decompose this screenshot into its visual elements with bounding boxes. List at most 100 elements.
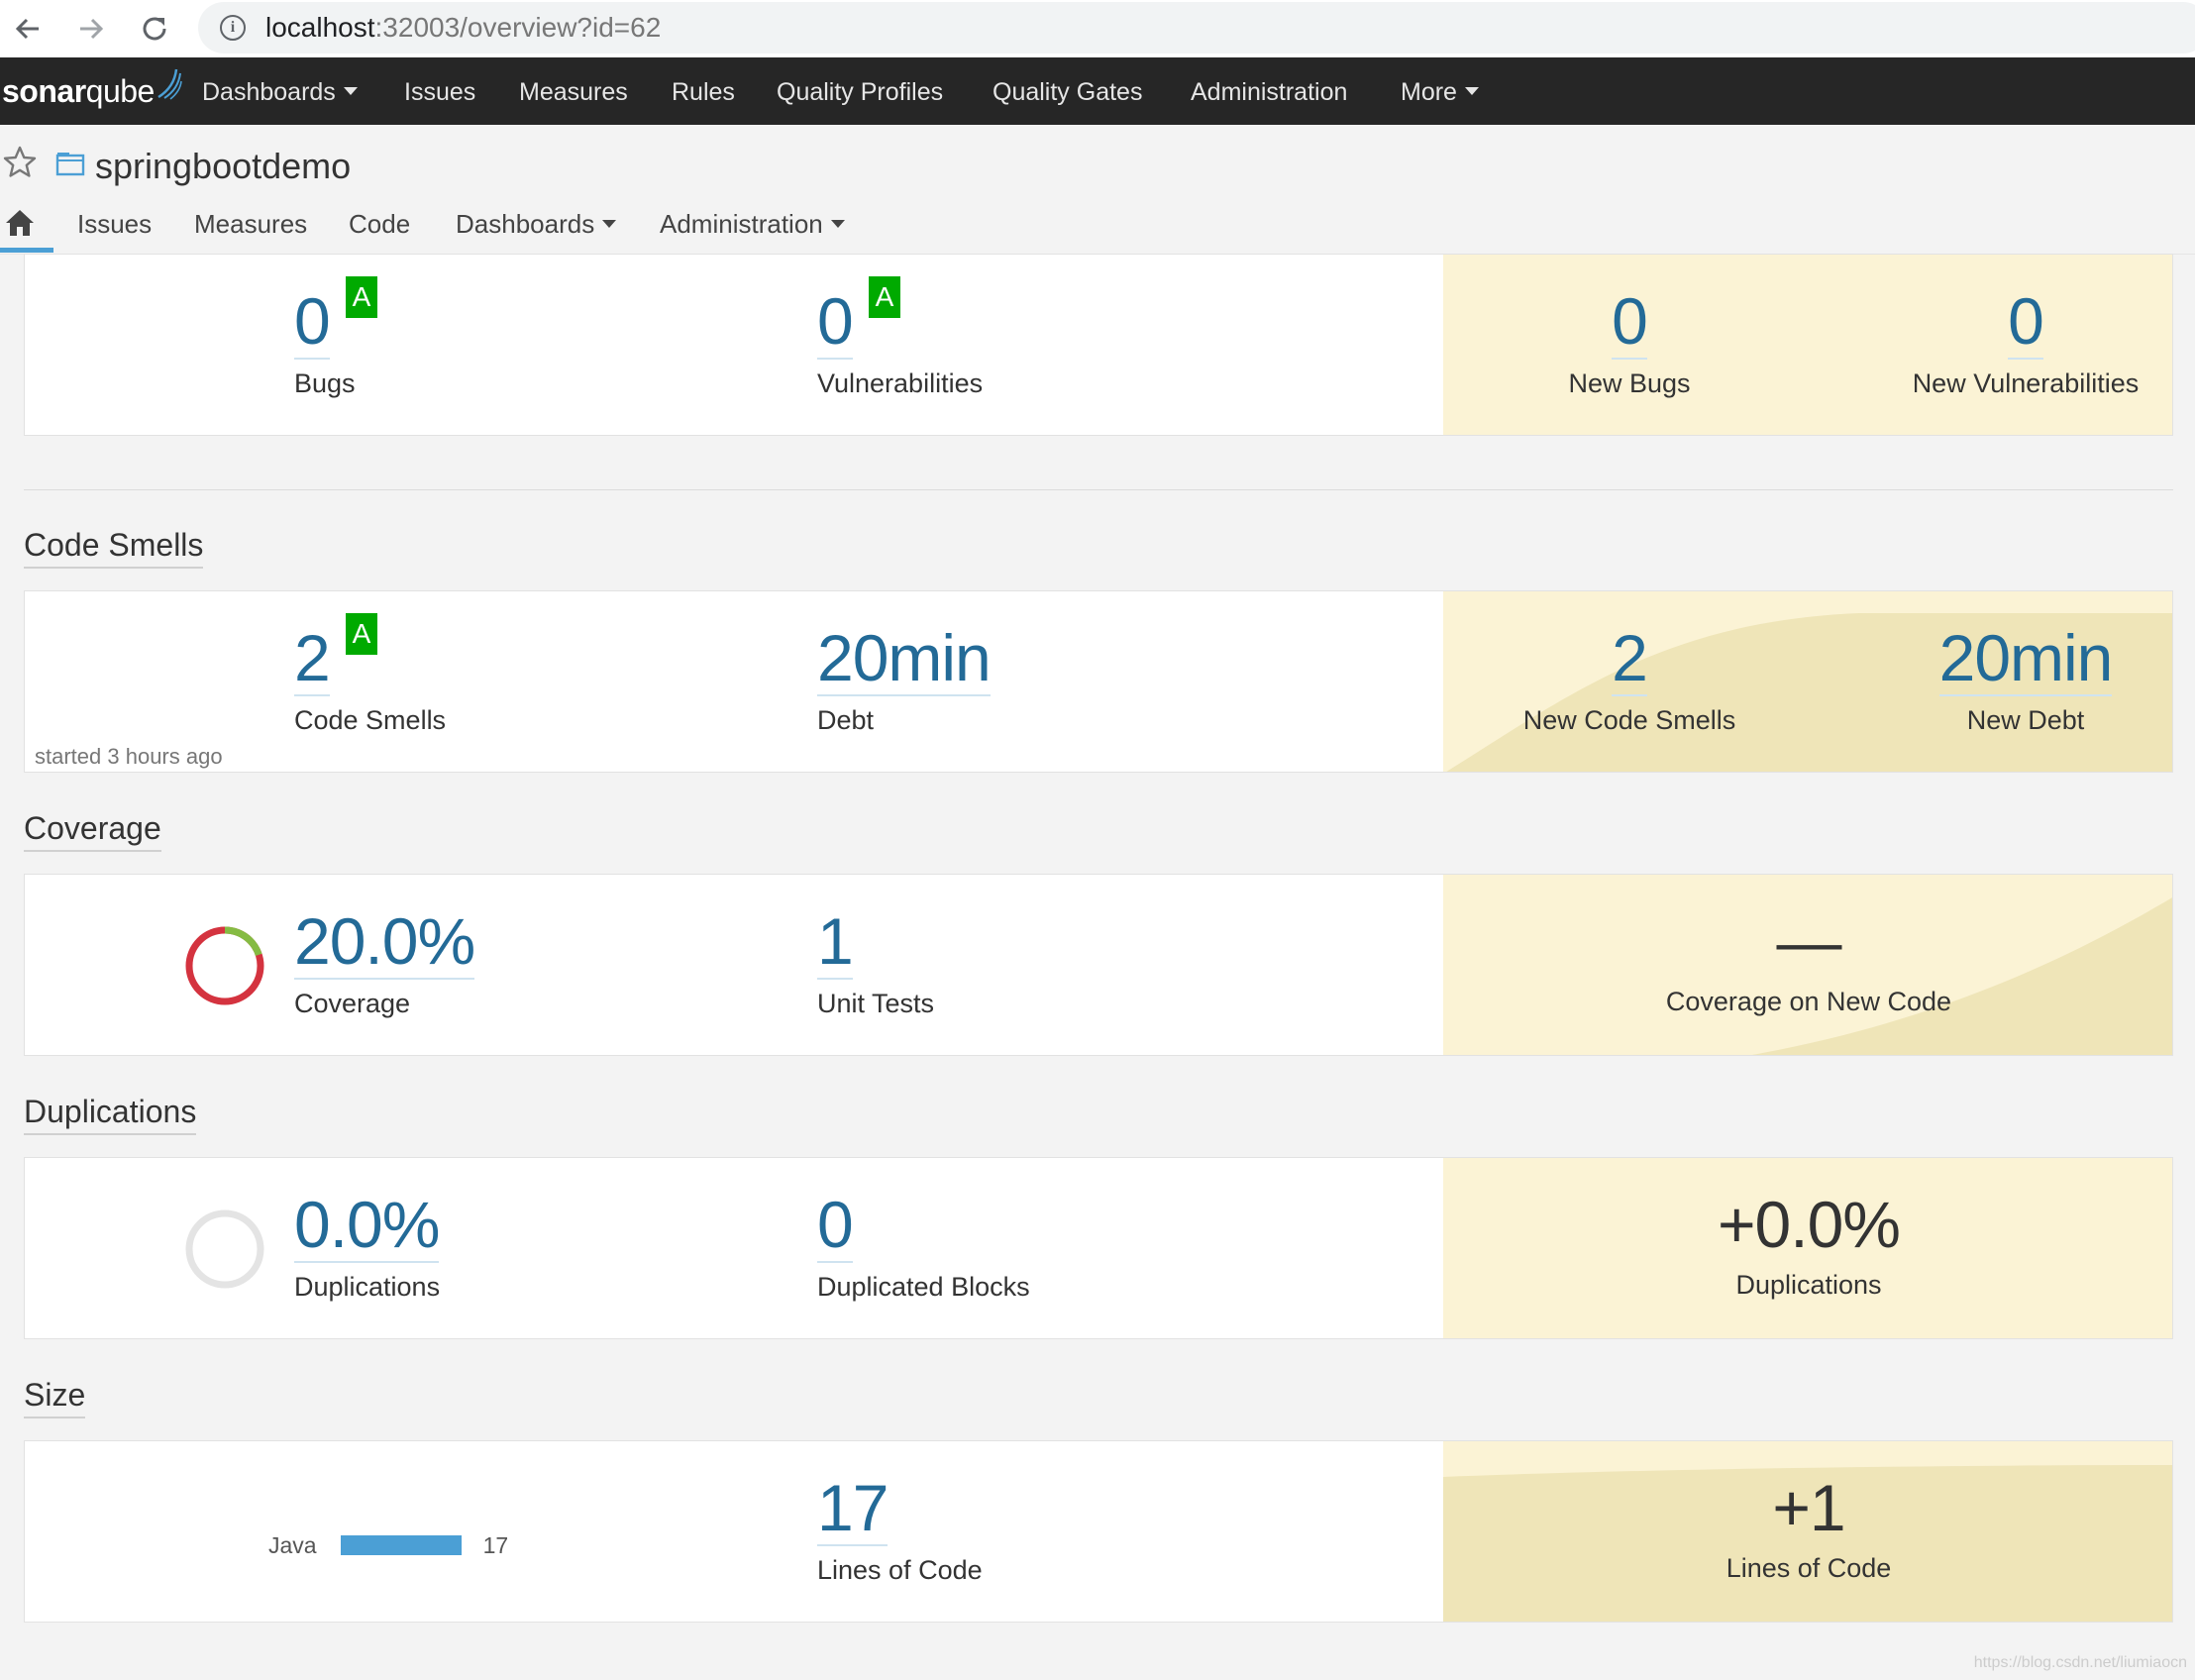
global-navigation: sonarqube Dashboards Issues Measures Rul… xyxy=(0,57,2195,125)
coverage-panel: 20.0% Coverage 1 Unit Tests — Coverage o… xyxy=(24,874,2173,1056)
duplications-panel: 0.0% Duplications 0 Duplicated Blocks +0… xyxy=(24,1157,2173,1339)
new-lines-metric: +1 Lines of Code xyxy=(1443,1471,2172,1584)
debt-label: Debt xyxy=(817,705,875,735)
new-bugs-metric: 0 New Bugs xyxy=(1501,284,1758,399)
reliability-security-panel: 0 Bugs A 0 Vulnerabilities A 0 New Bugs … xyxy=(24,254,2173,436)
vulnerabilities-label: Vulnerabilities xyxy=(817,368,984,398)
reload-icon[interactable] xyxy=(135,10,174,48)
code-smells-rating-badge[interactable]: A xyxy=(346,613,377,655)
duplications-section-title: Duplications xyxy=(24,1092,197,1135)
bugs-label: Bugs xyxy=(294,368,356,398)
tab-administration[interactable]: Administration xyxy=(660,208,845,240)
new-debt-metric: 20min New Debt xyxy=(1877,621,2172,736)
debt-metric: 20min Debt xyxy=(817,621,992,736)
language-lines: 17 xyxy=(482,1532,509,1558)
watermark: https://blog.csdn.net/liumiaocn xyxy=(1973,1654,2187,1671)
new-code-smells-label: New Code Smells xyxy=(1522,705,1736,735)
home-icon[interactable] xyxy=(4,208,36,238)
duplicated-blocks-value[interactable]: 0 xyxy=(817,1188,854,1263)
new-bugs-label: New Bugs xyxy=(1568,368,1691,398)
leak-period-start: started 3 hours ago xyxy=(35,744,223,769)
caret-down-icon xyxy=(1464,87,1479,96)
favorite-star-icon[interactable] xyxy=(2,145,38,180)
new-coverage-value: — xyxy=(1776,904,1842,978)
unit-tests-label: Unit Tests xyxy=(817,989,935,1018)
unit-tests-value[interactable]: 1 xyxy=(817,904,854,980)
home-tab-indicator xyxy=(0,248,53,253)
section-divider xyxy=(24,489,2173,490)
coverage-metric: 20.0% Coverage xyxy=(294,904,475,1019)
language-name: Java xyxy=(268,1532,317,1558)
new-bugs-value[interactable]: 0 xyxy=(1612,284,1648,360)
new-lines-label: Lines of Code xyxy=(1725,1553,1892,1583)
vulnerabilities-rating-badge[interactable]: A xyxy=(869,276,900,318)
bugs-value[interactable]: 0 xyxy=(294,284,331,360)
new-duplications-metric: +0.0% Duplications xyxy=(1443,1188,2172,1301)
new-coverage-metric: — Coverage on New Code xyxy=(1443,904,2172,1017)
language-distribution-row: Java 17 xyxy=(268,1530,508,1560)
new-vulnerabilities-label: New Vulnerabilities xyxy=(1912,368,2140,398)
code-smells-label: Code Smells xyxy=(294,705,447,735)
gnav-more[interactable]: More xyxy=(1401,77,1479,107)
new-vulnerabilities-metric: 0 New Vulnerabilities xyxy=(1877,284,2172,399)
new-debt-label: New Debt xyxy=(1966,705,2085,735)
sonar-waves-icon xyxy=(157,68,182,100)
tab-issues[interactable]: Issues xyxy=(77,208,152,240)
code-smells-section-title: Code Smells xyxy=(24,525,204,569)
lines-of-code-metric: 17 Lines of Code xyxy=(817,1471,983,1586)
gnav-quality-profiles[interactable]: Quality Profiles xyxy=(777,77,943,107)
gnav-rules[interactable]: Rules xyxy=(672,77,735,107)
gnav-dashboards[interactable]: Dashboards xyxy=(202,77,358,107)
gnav-issues[interactable]: Issues xyxy=(404,77,475,107)
language-bar xyxy=(340,1535,462,1555)
code-smells-panel: 2 Code Smells A 20min Debt 2 New Code Sm… xyxy=(24,590,2173,773)
back-icon[interactable] xyxy=(8,10,48,48)
address-bar[interactable]: i localhost:32003/overview?id=62 xyxy=(198,2,2195,53)
new-duplications-label: Duplications xyxy=(1735,1270,1882,1300)
coverage-label: Coverage xyxy=(294,989,411,1018)
component-header: springbootdemo Issues Measures Code Dash… xyxy=(0,125,2195,255)
size-panel: Java 17 17 Lines of Code +1 Lines of Cod… xyxy=(24,1440,2173,1623)
gnav-quality-gates[interactable]: Quality Gates xyxy=(993,77,1142,107)
coverage-section-title: Coverage xyxy=(24,808,161,852)
caret-down-icon xyxy=(602,220,617,229)
tab-measures[interactable]: Measures xyxy=(194,208,307,240)
duplications-donut-chart xyxy=(185,1209,264,1289)
duplicated-blocks-label: Duplicated Blocks xyxy=(817,1272,1030,1302)
new-debt-value[interactable]: 20min xyxy=(1938,621,2113,696)
project-name[interactable]: springbootdemo xyxy=(95,145,351,188)
duplications-label: Duplications xyxy=(294,1272,441,1302)
tab-code[interactable]: Code xyxy=(349,208,410,240)
gnav-measures[interactable]: Measures xyxy=(519,77,628,107)
sonarqube-logo[interactable]: sonarqube xyxy=(2,68,182,111)
new-code-smells-value[interactable]: 2 xyxy=(1612,621,1648,696)
duplicated-blocks-metric: 0 Duplicated Blocks xyxy=(817,1188,1030,1303)
lines-of-code-label: Lines of Code xyxy=(817,1555,983,1585)
info-icon[interactable]: i xyxy=(220,15,246,41)
coverage-value[interactable]: 20.0% xyxy=(294,904,475,980)
project-icon xyxy=(55,153,85,176)
caret-down-icon xyxy=(830,220,845,229)
code-smells-value[interactable]: 2 xyxy=(294,621,331,696)
new-duplications-value: +0.0% xyxy=(1718,1188,1901,1261)
tab-dashboards[interactable]: Dashboards xyxy=(456,208,617,240)
new-coverage-label: Coverage on New Code xyxy=(1665,987,1952,1016)
new-code-smells-metric: 2 New Code Smells xyxy=(1491,621,1768,736)
new-lines-value: +1 xyxy=(1772,1471,1845,1544)
url-text: localhost:32003/overview?id=62 xyxy=(265,12,662,43)
coverage-covered-arc xyxy=(224,926,262,957)
forward-icon[interactable] xyxy=(71,10,111,48)
new-vulnerabilities-value[interactable]: 0 xyxy=(2008,284,2044,360)
vulnerabilities-value[interactable]: 0 xyxy=(817,284,854,360)
gnav-administration[interactable]: Administration xyxy=(1191,77,1347,107)
bugs-rating-badge[interactable]: A xyxy=(346,276,377,318)
browser-toolbar: i localhost:32003/overview?id=62 xyxy=(0,0,2195,57)
duplications-value[interactable]: 0.0% xyxy=(294,1188,440,1263)
duplications-metric: 0.0% Duplications xyxy=(294,1188,440,1303)
lines-of-code-value[interactable]: 17 xyxy=(817,1471,888,1546)
coverage-donut-chart xyxy=(185,926,264,1005)
debt-value[interactable]: 20min xyxy=(817,621,992,696)
caret-down-icon xyxy=(343,87,358,96)
size-section-title: Size xyxy=(24,1375,86,1418)
unit-tests-metric: 1 Unit Tests xyxy=(817,904,934,1019)
